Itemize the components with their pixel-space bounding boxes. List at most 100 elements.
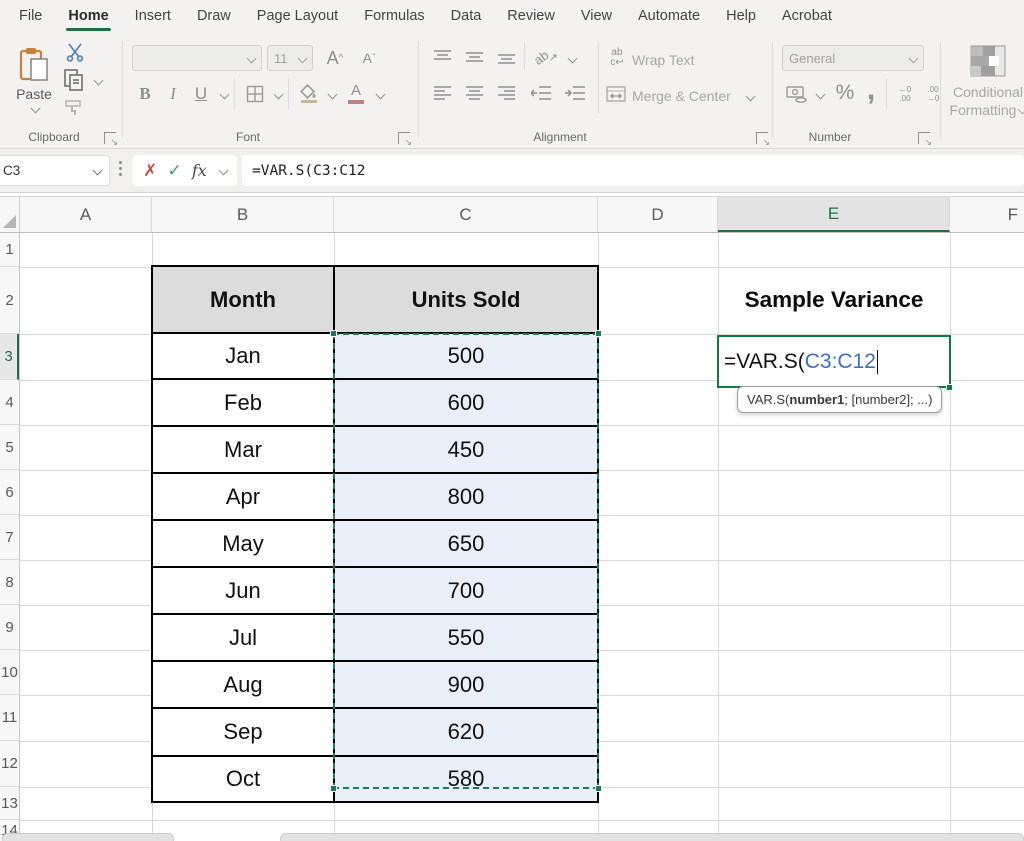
accounting-chevron-icon[interactable]: [816, 90, 826, 100]
name-box[interactable]: C3: [0, 155, 110, 186]
row-header-5[interactable]: 5: [0, 425, 19, 470]
tab-data[interactable]: Data: [438, 0, 495, 33]
units-header-cell[interactable]: Units Sold: [333, 267, 597, 332]
month-cell[interactable]: May: [153, 521, 333, 566]
font-size-combo[interactable]: 11: [267, 45, 313, 71]
font-color-button[interactable]: A: [344, 79, 368, 107]
tab-automate[interactable]: Automate: [625, 0, 713, 33]
tab-home[interactable]: Home: [55, 0, 121, 33]
number-format-combo[interactable]: General: [782, 45, 924, 71]
column-header-a[interactable]: A: [20, 197, 152, 232]
paste-button[interactable]: Paste: [10, 40, 58, 118]
month-cell[interactable]: Oct: [153, 757, 333, 801]
units-cell[interactable]: 650: [333, 521, 597, 566]
cut-button[interactable]: [62, 41, 88, 63]
borders-chevron-icon[interactable]: [274, 90, 284, 100]
month-cell[interactable]: Jul: [153, 615, 333, 660]
month-cell[interactable]: Jun: [153, 568, 333, 613]
month-cell[interactable]: Mar: [153, 427, 333, 472]
underline-chevron-icon[interactable]: [220, 90, 230, 100]
fill-handle[interactable]: [946, 384, 953, 391]
middle-align-button[interactable]: [462, 47, 486, 67]
tab-help[interactable]: Help: [713, 0, 769, 33]
increase-decimal-button[interactable]: ←0.00: [892, 81, 918, 107]
row-header-13[interactable]: 13: [0, 787, 19, 820]
alignment-dialog-launcher[interactable]: [756, 132, 768, 144]
units-cell[interactable]: 450: [333, 427, 597, 472]
merge-center-chevron-icon[interactable]: [746, 92, 756, 102]
month-cell[interactable]: Apr: [153, 474, 333, 519]
font-name-combo[interactable]: [132, 45, 262, 71]
increase-font-size-button[interactable]: A^: [322, 45, 348, 71]
decrease-indent-button[interactable]: [528, 83, 554, 103]
select-all-corner[interactable]: [0, 197, 20, 232]
cancel-icon[interactable]: ✗: [143, 161, 157, 181]
italic-button[interactable]: I: [162, 81, 184, 107]
tab-draw[interactable]: Draw: [184, 0, 244, 33]
row-header-10[interactable]: 10: [0, 650, 19, 695]
merge-center-button[interactable]: [604, 83, 628, 105]
selection-handle[interactable]: [330, 785, 337, 792]
month-cell[interactable]: Jan: [153, 334, 333, 378]
selection-handle[interactable]: [330, 330, 337, 337]
formula-input[interactable]: =VAR.S(C3:C12: [242, 155, 1024, 186]
align-left-button[interactable]: [430, 83, 454, 103]
insert-function-icon[interactable]: fx: [192, 161, 207, 180]
horizontal-scrollbar[interactable]: [280, 833, 1024, 841]
decrease-font-size-button[interactable]: Aˇ: [356, 45, 382, 71]
formula-bar-drag-dots[interactable]: [119, 161, 122, 176]
month-cell[interactable]: Aug: [153, 662, 333, 707]
align-center-button[interactable]: [462, 83, 486, 103]
row-header-9[interactable]: 9: [0, 605, 19, 650]
row-header-11[interactable]: 11: [0, 695, 19, 741]
top-align-button[interactable]: [430, 47, 454, 67]
row-header-12[interactable]: 12: [0, 741, 19, 787]
comma-style-button[interactable]: ,: [862, 75, 880, 105]
row-header-6[interactable]: 6: [0, 470, 19, 515]
selection-handle[interactable]: [595, 785, 602, 792]
row-header-1[interactable]: 1: [0, 233, 19, 267]
units-cell[interactable]: 620: [333, 709, 597, 755]
wrap-text-button[interactable]: abc↩: [606, 47, 628, 69]
underline-button[interactable]: U: [190, 81, 212, 107]
number-dialog-launcher[interactable]: [918, 132, 930, 144]
bold-button[interactable]: B: [134, 81, 156, 107]
units-cell[interactable]: 580: [333, 757, 597, 801]
enter-icon[interactable]: ✓: [167, 161, 181, 181]
month-cell[interactable]: Sep: [153, 709, 333, 755]
row-header-2[interactable]: 2: [0, 267, 19, 334]
font-color-chevron-icon[interactable]: [376, 90, 386, 100]
wrap-text-label[interactable]: Wrap Text: [632, 52, 695, 68]
bottom-align-button[interactable]: [494, 47, 518, 67]
row-header-4[interactable]: 4: [0, 380, 19, 425]
fx-chevron-icon[interactable]: [218, 166, 228, 176]
units-cell[interactable]: 700: [333, 568, 597, 613]
fill-color-button[interactable]: [296, 81, 322, 107]
percent-style-button[interactable]: %: [832, 79, 858, 107]
units-cell[interactable]: 550: [333, 615, 597, 660]
tab-insert[interactable]: Insert: [122, 0, 184, 33]
active-cell-editor[interactable]: =VAR.S(C3:C12: [717, 335, 951, 388]
decrease-decimal-button[interactable]: .00→0: [920, 81, 946, 107]
tab-page-layout[interactable]: Page Layout: [244, 0, 351, 33]
column-header-b[interactable]: B: [152, 197, 334, 232]
fill-color-chevron-icon[interactable]: [328, 90, 338, 100]
row-header-8[interactable]: 8: [0, 560, 19, 605]
tab-file[interactable]: File: [6, 0, 55, 33]
align-right-button[interactable]: [494, 83, 518, 103]
tab-formulas[interactable]: Formulas: [351, 0, 437, 33]
name-box-chevron-icon[interactable]: [93, 166, 103, 176]
month-header-cell[interactable]: Month: [153, 267, 333, 332]
copy-chevron-icon[interactable]: [94, 76, 104, 86]
clipboard-dialog-launcher[interactable]: [104, 132, 116, 144]
tab-acrobat[interactable]: Acrobat: [769, 0, 845, 33]
font-dialog-launcher[interactable]: [398, 132, 410, 144]
orientation-button[interactable]: ab ↗: [532, 45, 560, 69]
units-cell[interactable]: 500: [333, 334, 597, 378]
units-cell[interactable]: 900: [333, 662, 597, 707]
row-header-7[interactable]: 7: [0, 515, 19, 560]
month-cell[interactable]: Feb: [153, 380, 333, 425]
units-cell[interactable]: 800: [333, 474, 597, 519]
sheet-tab-scroll[interactable]: [2, 833, 174, 841]
conditional-formatting-label[interactable]: Conditional Formatting: [948, 83, 1024, 119]
